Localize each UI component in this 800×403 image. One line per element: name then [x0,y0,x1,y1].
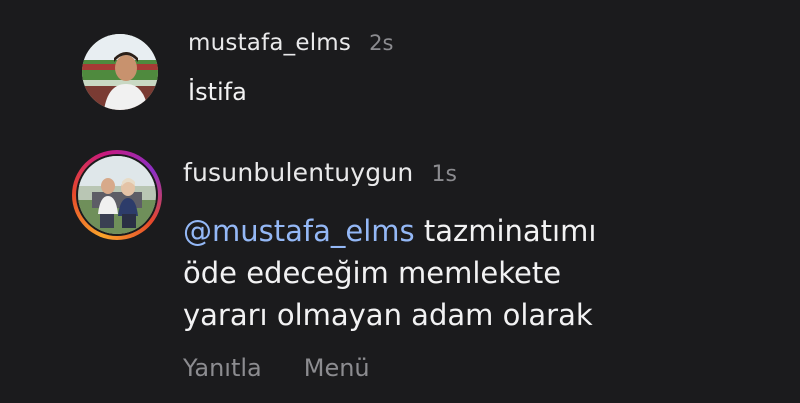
menu-button[interactable]: Menü [304,354,370,382]
comment-line: yararı olmayan adam olarak [183,298,593,332]
timestamp: 1s [431,162,457,187]
username[interactable]: mustafa_elms [188,30,351,56]
comment-text: @mustafa_elms tazminatımı öde edeceğim m… [183,210,783,336]
comment-line: @mustafa_elms tazminatımı [183,210,783,252]
avatar[interactable] [78,156,156,234]
avatar-image [78,156,156,234]
comments-screen: mustafa_elms 2s İstifa fusunbulentuygun … [0,0,800,403]
reply-button[interactable]: Yanıtla [183,354,262,382]
comment-line: öde edeceğim memlekete [183,256,562,290]
avatar-image [82,34,158,110]
avatar[interactable] [82,34,158,110]
mention-link[interactable]: @mustafa_elms [183,214,415,248]
timestamp: 2s [369,31,394,55]
comment-header: fusunbulentuygun 1s [183,158,457,187]
comment-header: mustafa_elms 2s [188,30,393,56]
comment-item: mustafa_elms 2s İstifa [0,0,800,130]
comment-line-text: tazminatımı [414,214,597,248]
username[interactable]: fusunbulentuygun [183,158,413,187]
comment-item: fusunbulentuygun 1s @mustafa_elms tazmin… [0,130,800,403]
comment-text: İstifa [188,78,247,106]
comment-actions: Yanıtla Menü [183,354,370,382]
